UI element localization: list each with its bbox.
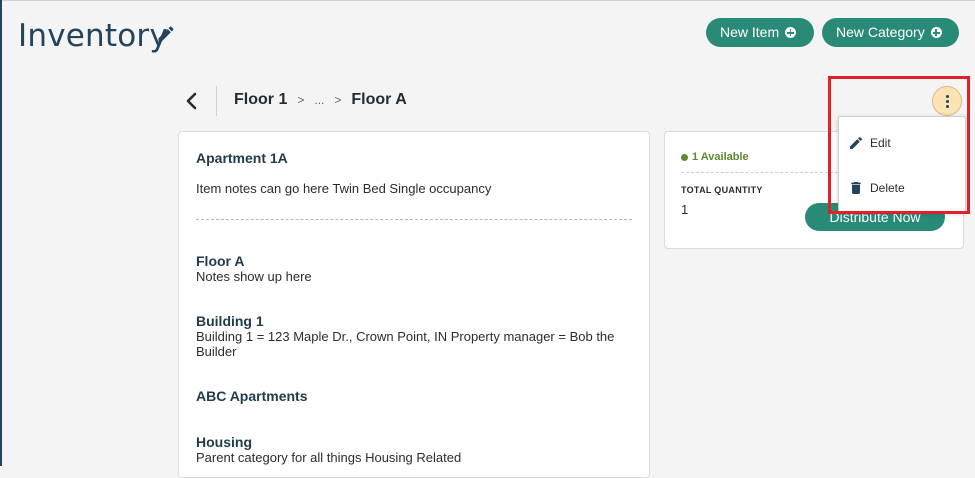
- parent-category-housing: Housing Parent category for all things H…: [196, 434, 636, 465]
- menu-item-edit[interactable]: Edit: [839, 123, 965, 163]
- breadcrumb-separator: >: [297, 93, 305, 107]
- total-quantity-value: 1: [681, 202, 689, 217]
- category-name: Floor A: [196, 253, 245, 269]
- breadcrumb-item-current: Floor A: [351, 91, 407, 108]
- pencil-icon[interactable]: [156, 24, 176, 44]
- top-border: [0, 0, 975, 1]
- menu-item-delete[interactable]: Delete: [839, 168, 965, 208]
- parent-category-building-1: Building 1 Building 1 = 123 Maple Dr., C…: [196, 313, 636, 359]
- parent-category-floor-a: Floor A Notes show up here: [196, 253, 636, 284]
- breadcrumb-item-floor-1[interactable]: Floor 1: [234, 91, 287, 109]
- breadcrumb-divider: [216, 86, 217, 116]
- new-category-label: New Category: [836, 24, 925, 40]
- breadcrumb-separator: >: [334, 93, 342, 107]
- options-menu: Edit Delete: [838, 116, 966, 212]
- parent-category-abc-apartments: ABC Apartments: [196, 388, 636, 404]
- menu-item-label: Delete: [870, 181, 905, 195]
- category-name: Building 1: [196, 313, 264, 329]
- category-name: Housing: [196, 434, 252, 450]
- category-name: ABC Apartments: [196, 388, 308, 404]
- breadcrumb-ellipsis[interactable]: ...: [314, 93, 324, 107]
- menu-item-label: Edit: [870, 136, 891, 150]
- new-item-label: New Item: [720, 24, 780, 40]
- item-name: Apartment 1A: [196, 150, 288, 166]
- category-notes: Building 1 = 123 Maple Dr., Crown Point,…: [196, 329, 615, 359]
- more-vertical-dot: [946, 100, 949, 103]
- more-vertical-dot: [946, 105, 949, 108]
- breadcrumb: Floor 1 > ... > Floor A: [234, 91, 407, 109]
- item-details-card: Apartment 1A Item notes can go here Twin…: [178, 131, 650, 478]
- item-notes: Item notes can go here Twin Bed Single o…: [196, 181, 492, 196]
- category-notes: Parent category for all things Housing R…: [196, 450, 462, 465]
- page-title: Inventory: [18, 18, 168, 54]
- plus-circle-icon: [930, 27, 942, 38]
- new-item-button[interactable]: New Item: [706, 18, 814, 47]
- left-sidebar-edge: [0, 0, 2, 466]
- more-vertical-icon: [946, 95, 949, 98]
- category-notes: Notes show up here: [196, 269, 312, 284]
- divider: [196, 219, 632, 220]
- more-options-button[interactable]: [932, 86, 962, 116]
- available-text: 1 Available: [692, 151, 749, 163]
- available-status: 1 Available: [681, 151, 749, 163]
- pencil-icon: [850, 136, 862, 149]
- chevron-left-icon[interactable]: [183, 91, 201, 111]
- plus-circle-icon: [785, 27, 797, 38]
- status-dot-icon: [681, 153, 688, 161]
- trash-icon: [851, 182, 861, 194]
- total-quantity-label: TOTAL QUANTITY: [681, 185, 763, 195]
- new-category-button[interactable]: New Category: [822, 18, 959, 47]
